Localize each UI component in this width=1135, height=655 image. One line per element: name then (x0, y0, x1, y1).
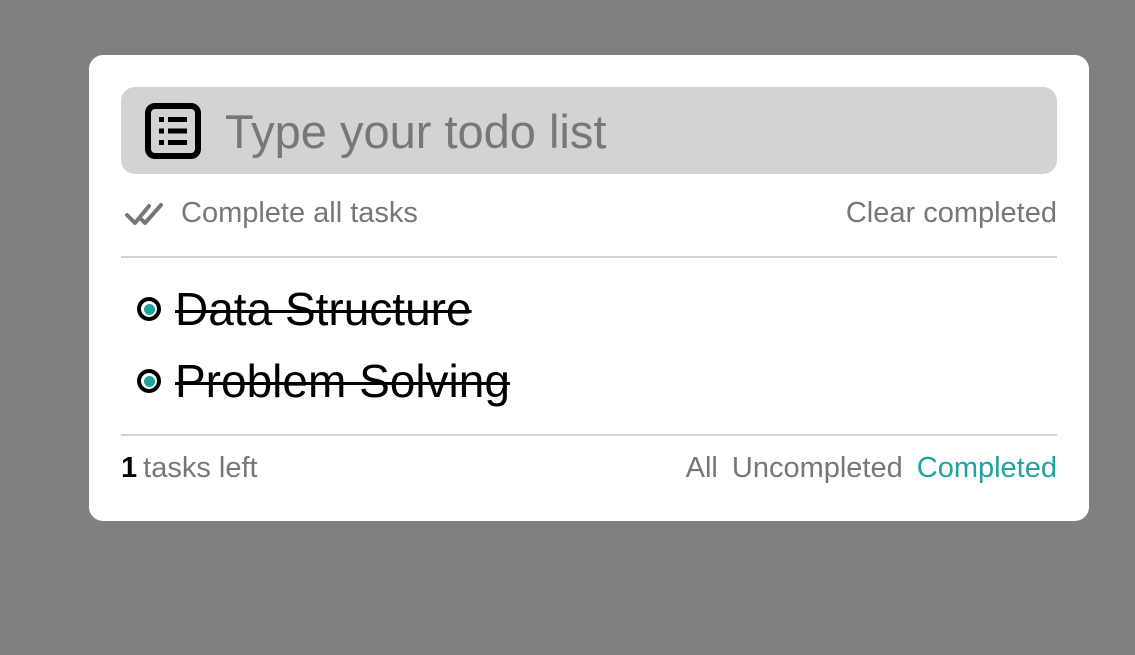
task-list: Data Structure Problem Solving (121, 273, 1057, 417)
complete-all-button[interactable]: Complete all tasks (125, 197, 418, 230)
task-item[interactable]: Problem Solving (121, 345, 1057, 417)
radio-checked-icon[interactable] (137, 297, 161, 321)
divider (121, 434, 1057, 436)
task-item[interactable]: Data Structure (121, 273, 1057, 345)
complete-all-label: Complete all tasks (181, 197, 418, 229)
filter-uncompleted[interactable]: Uncompleted (732, 452, 903, 485)
list-icon (145, 103, 201, 159)
footer: 1 tasks left All Uncompleted Completed (121, 450, 1057, 490)
tasks-left-label: tasks left (143, 452, 258, 484)
todo-input-bar (121, 87, 1057, 174)
filter-group: All Uncompleted Completed (672, 452, 1057, 485)
todo-input[interactable] (225, 101, 1025, 161)
bulk-actions-row: Complete all tasks Clear completed (121, 193, 1057, 235)
task-label: Data Structure (175, 283, 472, 335)
tasks-left-counter: 1 tasks left (121, 452, 258, 485)
tasks-left-count: 1 (121, 452, 138, 484)
task-label: Problem Solving (175, 355, 510, 407)
filter-completed[interactable]: Completed (917, 452, 1057, 485)
double-check-icon (125, 202, 163, 225)
filter-all[interactable]: All (686, 452, 718, 485)
clear-completed-button[interactable]: Clear completed (846, 197, 1057, 230)
divider (121, 256, 1057, 258)
todo-card: Complete all tasks Clear completed Data … (89, 55, 1089, 521)
radio-checked-icon[interactable] (137, 369, 161, 393)
